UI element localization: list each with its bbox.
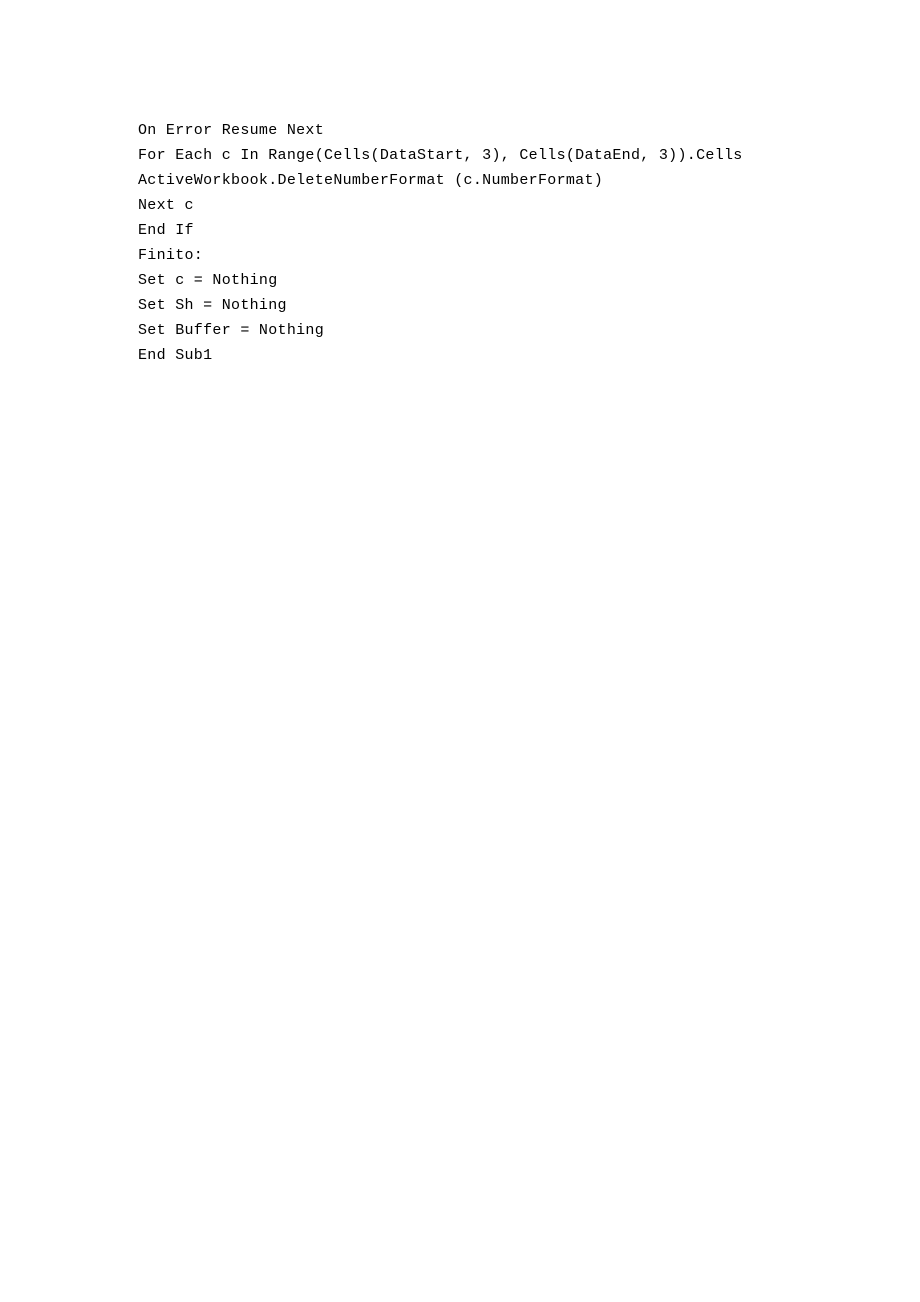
code-line: Finito: bbox=[138, 243, 920, 268]
code-line: Set Sh = Nothing bbox=[138, 293, 920, 318]
code-line: End If bbox=[138, 218, 920, 243]
code-line: Set Buffer = Nothing bbox=[138, 318, 920, 343]
code-line: Next c bbox=[138, 193, 920, 218]
code-line: End Sub1 bbox=[138, 343, 920, 368]
code-line: Set c = Nothing bbox=[138, 268, 920, 293]
code-line: On Error Resume Next bbox=[138, 118, 920, 143]
code-line: ActiveWorkbook.DeleteNumberFormat (c.Num… bbox=[138, 168, 920, 193]
code-line: For Each c In Range(Cells(DataStart, 3),… bbox=[138, 143, 920, 168]
code-block: On Error Resume Next For Each c In Range… bbox=[138, 118, 920, 368]
